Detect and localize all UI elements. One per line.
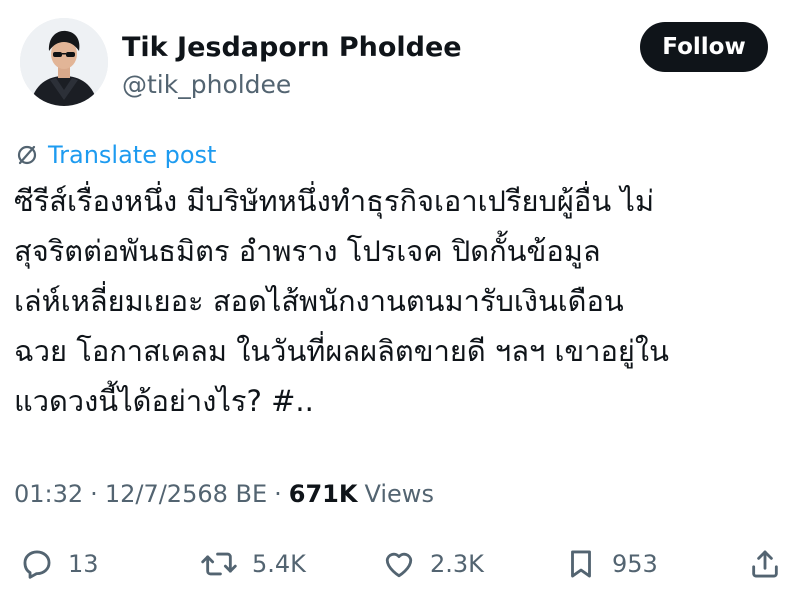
tweet-time[interactable]: 01:32: [14, 480, 83, 508]
tweet-text-line: ซีรีส์เรื่องหนึ่ง มีบริษัทหนึ่งทำธุรกิจเ…: [14, 184, 655, 218]
heart-icon: [382, 547, 416, 581]
bookmark-count: 953: [612, 550, 658, 578]
author-name[interactable]: Tik Jesdaporn Pholdee: [122, 32, 462, 63]
tweet-date[interactable]: 12/7/2568 BE: [105, 480, 267, 508]
translate-icon: [16, 144, 38, 166]
meta-separator: ·: [90, 480, 98, 508]
repost-button[interactable]: 5.4K: [200, 542, 306, 586]
repost-count: 5.4K: [252, 550, 306, 578]
translate-label: Translate post: [48, 141, 217, 169]
tweet-text-line: ฉวย โอกาสเคลม ในวันที่ผลผลิตขายดี ฯลฯ เข…: [14, 334, 669, 368]
share-button[interactable]: [748, 542, 782, 586]
share-icon: [748, 547, 782, 581]
tweet-text-line: เล่ห์เหลี่ยมเยอะ สอดไส้พนักงานตนมารับเงิ…: [14, 284, 624, 318]
meta-separator: ·: [274, 480, 282, 508]
views-count: 671K: [288, 480, 358, 508]
reply-button[interactable]: 13: [20, 542, 99, 586]
avatar[interactable]: [20, 18, 108, 106]
author-handle[interactable]: @tik_pholdee: [122, 70, 291, 99]
follow-button[interactable]: Follow: [640, 22, 768, 72]
reply-count: 13: [68, 550, 99, 578]
tweet-header: Tik Jesdaporn Pholdee @tik_pholdee Follo…: [20, 18, 780, 112]
bookmark-button[interactable]: 953: [564, 542, 658, 586]
action-bar: 13 5.4K 2.3K 953: [14, 542, 786, 586]
like-button[interactable]: 2.3K: [382, 542, 484, 586]
reply-icon: [20, 547, 54, 581]
like-count: 2.3K: [430, 550, 484, 578]
tweet-text-line: แวดวงนี้ได้อย่างไร? #..: [14, 384, 314, 418]
repost-icon: [200, 547, 238, 581]
tweet-text: ซีรีส์เรื่องหนึ่ง มีบริษัทหนึ่งทำธุรกิจเ…: [14, 176, 786, 426]
views-label: Views: [364, 480, 434, 508]
tweet-text-line: สุจริตต่อพันธมิตร อำพราง โปรเจค ปิดกั้นข…: [14, 234, 601, 268]
translate-post-link[interactable]: Translate post: [16, 140, 216, 170]
bookmark-icon: [564, 547, 598, 581]
tweet-meta: 01:32 · 12/7/2568 BE · 671K Views: [14, 476, 434, 512]
